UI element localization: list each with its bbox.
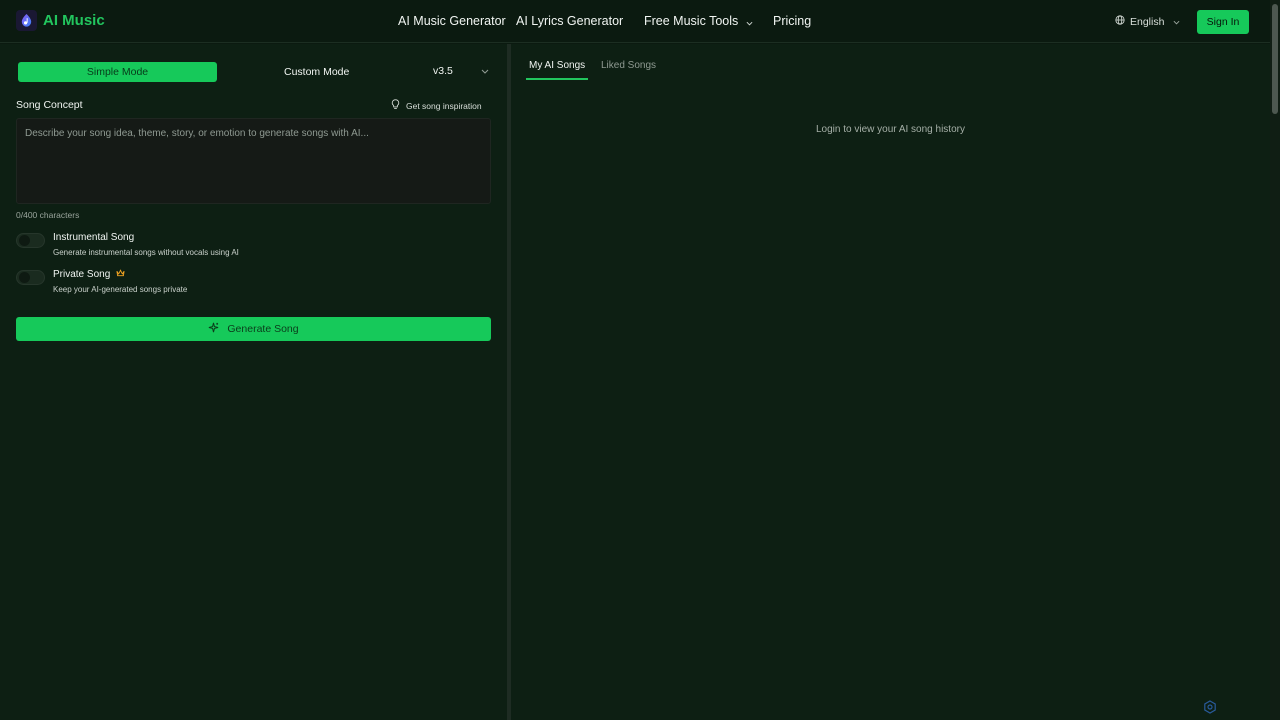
tab-liked-songs[interactable]: Liked Songs <box>601 60 656 71</box>
chevron-down-icon <box>746 15 753 29</box>
chevron-down-icon <box>481 65 489 77</box>
music-note-icon <box>16 10 37 31</box>
empty-history-message: Login to view your AI song history <box>816 124 965 135</box>
nav-ai-music-generator[interactable]: AI Music Generator <box>398 14 506 28</box>
instrumental-title: Instrumental Song <box>53 232 135 243</box>
floating-widget[interactable] <box>1203 700 1217 719</box>
nav-free-music-tools-label: Free Music Tools <box>644 14 739 28</box>
song-generator-panel: Simple Mode Custom Mode v3.5 Song Concep… <box>0 44 507 720</box>
custom-mode-tab[interactable]: Custom Mode <box>284 66 349 78</box>
get-inspiration-label: Get song inspiration <box>406 100 482 111</box>
song-concept-label: Song Concept <box>16 99 83 111</box>
nav-free-music-tools[interactable]: Free Music Tools <box>644 14 753 29</box>
private-song-title: Private Song <box>53 269 111 280</box>
private-song-toggle[interactable] <box>16 270 45 285</box>
song-concept-input[interactable] <box>16 118 491 204</box>
brand-logo[interactable]: AI Music <box>16 10 105 31</box>
simple-mode-tab[interactable]: Simple Mode <box>18 62 217 82</box>
instrumental-toggle[interactable] <box>16 233 45 248</box>
version-value: v3.5 <box>433 65 453 77</box>
version-select[interactable]: v3.5 <box>433 65 489 77</box>
crown-icon <box>116 269 125 280</box>
active-tab-indicator <box>526 78 588 80</box>
character-count: 0/400 characters <box>16 210 80 220</box>
private-song-title-row: Private Song <box>53 269 125 280</box>
tab-my-ai-songs[interactable]: My AI Songs <box>529 60 585 71</box>
top-navbar: AI Music AI Music Generator AI Lyrics Ge… <box>0 0 1270 43</box>
chevron-down-icon <box>1173 16 1180 28</box>
brand-name: AI Music <box>43 12 105 29</box>
sparkle-icon <box>208 322 219 336</box>
nav-pricing[interactable]: Pricing <box>773 14 811 28</box>
page-scrollbar[interactable] <box>1270 0 1280 720</box>
generate-song-label: Generate Song <box>227 323 299 335</box>
get-inspiration-button[interactable]: Get song inspiration <box>391 99 482 112</box>
globe-icon <box>1115 15 1125 28</box>
widget-icon <box>1203 700 1217 719</box>
lightbulb-icon <box>391 99 400 112</box>
language-selector[interactable]: English <box>1115 15 1180 28</box>
song-library-panel: My AI Songs Liked Songs Login to view yo… <box>511 44 1270 720</box>
instrumental-description: Generate instrumental songs without voca… <box>53 248 239 257</box>
sign-in-button[interactable]: Sign In <box>1197 10 1249 34</box>
language-label: English <box>1130 15 1165 28</box>
nav-ai-lyrics-generator[interactable]: AI Lyrics Generator <box>516 14 623 28</box>
generate-song-button[interactable]: Generate Song <box>16 317 491 341</box>
private-song-description: Keep your AI-generated songs private <box>53 285 188 294</box>
scrollbar-thumb[interactable] <box>1272 4 1278 114</box>
